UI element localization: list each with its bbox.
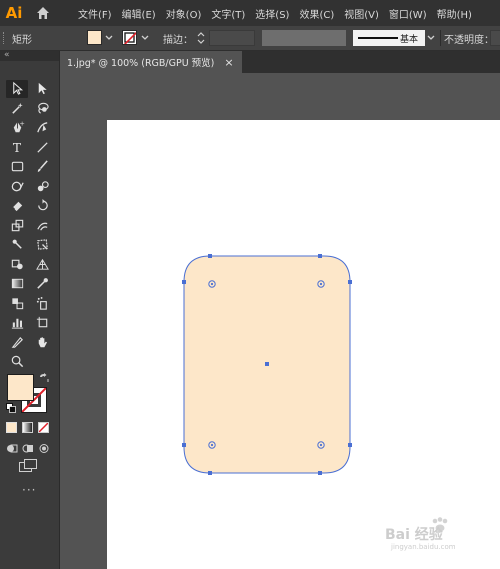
screen-mode-icon[interactable] — [18, 459, 38, 473]
object-type-label: 矩形 — [12, 35, 32, 46]
free-transform-tool-icon[interactable] — [31, 236, 53, 254]
fill-color-box[interactable] — [7, 374, 34, 401]
eyedropper-tool-icon[interactable] — [31, 275, 53, 293]
anchor-point[interactable] — [208, 254, 212, 258]
menu-object[interactable]: 对象(O) — [162, 6, 206, 21]
app-logo: Ai — [5, 4, 23, 22]
menu-edit[interactable]: 编辑(E) — [118, 6, 160, 21]
tool-grid: + T — [6, 79, 56, 372]
watermark-brand: Bai 经验 — [385, 526, 444, 543]
artboard-tool-icon[interactable] — [31, 314, 53, 332]
document-tab-title: 1.jpg* @ 100% (RGB/GPU 预览) — [67, 58, 215, 69]
blend-tool-icon[interactable] — [6, 294, 28, 312]
stroke-weight-input[interactable] — [209, 30, 255, 46]
rotate-tool-icon[interactable] — [31, 197, 53, 215]
anchor-point[interactable] — [348, 280, 352, 284]
menu-help[interactable]: 帮助(H) — [433, 6, 476, 21]
warp-tool-icon[interactable] — [31, 216, 53, 234]
column-graph-tool-icon[interactable] — [6, 314, 28, 332]
tools-panel: « + T ··· — [0, 50, 60, 569]
selection-tool-icon[interactable] — [6, 79, 28, 98]
control-bar: 矩形 描边： 基本 不透明度： — [0, 26, 500, 51]
anchor-point[interactable] — [208, 471, 212, 475]
anchor-point[interactable] — [182, 443, 186, 447]
brush-definition-field[interactable]: 基本 — [353, 30, 425, 46]
color-mode-buttons — [6, 422, 54, 433]
menu-view[interactable]: 视图(V) — [340, 6, 383, 21]
swap-fill-stroke-icon[interactable] — [39, 373, 49, 383]
draw-mode-buttons — [6, 443, 54, 454]
lasso-tool-icon[interactable] — [31, 99, 53, 117]
opacity-input[interactable] — [490, 30, 500, 46]
opacity-label[interactable]: 不透明度： — [444, 31, 494, 46]
center-point — [265, 362, 269, 366]
stroke-weight-stepper[interactable] — [195, 30, 207, 46]
menu-effect[interactable]: 效果(C) — [295, 6, 338, 21]
scale-tool-icon[interactable] — [6, 216, 28, 234]
draw-normal-icon[interactable] — [6, 443, 18, 454]
tools-panel-header[interactable]: « — [0, 50, 59, 61]
color-mode-icon[interactable] — [6, 422, 17, 433]
watermark-url: jingyan.baidu.com — [390, 543, 456, 551]
pen-tool-icon[interactable]: + — [6, 119, 28, 137]
main-menu: 文件(F) 编辑(E) 对象(O) 文字(T) 选择(S) 效果(C) 视图(V… — [74, 6, 478, 21]
shape-builder-tool-icon[interactable] — [6, 255, 28, 273]
document-tab[interactable]: 1.jpg* @ 100% (RGB/GPU 预览) × — [60, 51, 242, 73]
collapse-icon[interactable]: « — [4, 50, 9, 60]
anchor-point[interactable] — [318, 254, 322, 258]
shaper-tool-icon[interactable] — [6, 177, 28, 195]
eraser-tool-icon[interactable] — [6, 197, 28, 215]
perspective-grid-tool-icon[interactable] — [31, 255, 53, 273]
zoom-tool-icon[interactable] — [6, 353, 28, 371]
menu-file[interactable]: 文件(F) — [74, 6, 116, 21]
none-mode-icon[interactable] — [38, 422, 49, 433]
variable-width-profile[interactable] — [262, 30, 346, 46]
paintbrush-tool-icon[interactable] — [31, 158, 53, 176]
curvature-tool-icon[interactable] — [31, 119, 53, 137]
default-fill-stroke-icon[interactable] — [6, 403, 16, 413]
svg-text:+: + — [19, 120, 25, 128]
anchor-point[interactable] — [318, 471, 322, 475]
puppet-warp-tool-icon[interactable] — [6, 236, 28, 254]
baidu-watermark: Bai 经验 jingyan.baidu.com — [383, 516, 479, 552]
svg-text:T: T — [12, 141, 20, 155]
draw-behind-icon[interactable] — [22, 443, 34, 454]
direct-selection-tool-icon[interactable] — [31, 80, 53, 98]
edit-toolbar-button[interactable]: ··· — [22, 483, 36, 497]
menu-select[interactable]: 选择(S) — [251, 6, 293, 21]
canvas-area[interactable] — [60, 73, 500, 569]
brush-label: 基本 — [400, 35, 419, 45]
fill-color-swatch[interactable] — [87, 30, 102, 45]
stroke-label: 描边： — [163, 35, 193, 46]
gradient-tool-icon[interactable] — [6, 275, 28, 293]
document-tab-bar: 1.jpg* @ 100% (RGB/GPU 预览) × — [60, 51, 500, 73]
chevron-down-icon[interactable] — [426, 30, 436, 45]
chevron-down-icon[interactable] — [104, 30, 114, 45]
divider — [440, 30, 441, 46]
slice-tool-icon[interactable] — [6, 333, 28, 351]
menu-window[interactable]: 窗口(W) — [385, 6, 431, 21]
magic-wand-tool-icon[interactable] — [6, 99, 28, 117]
brush-stroke-preview — [358, 37, 398, 39]
anchor-point[interactable] — [182, 280, 186, 284]
chevron-down-icon[interactable] — [140, 30, 150, 45]
hand-tool-icon[interactable] — [31, 333, 53, 351]
control-bar-grip[interactable] — [3, 32, 6, 44]
close-icon[interactable]: × — [224, 56, 233, 69]
rectangle-tool-icon[interactable] — [6, 158, 28, 176]
canvas-overlay — [182, 254, 352, 475]
blob-brush-tool-icon[interactable] — [31, 177, 53, 195]
menu-bar: Ai 文件(F) 编辑(E) 对象(O) 文字(T) 选择(S) 效果(C) 视… — [0, 0, 500, 26]
type-tool-icon[interactable]: T — [6, 138, 28, 156]
home-icon[interactable] — [32, 2, 54, 24]
draw-inside-icon[interactable] — [38, 443, 50, 454]
stroke-color-swatch[interactable] — [122, 30, 137, 45]
line-segment-tool-icon[interactable] — [31, 138, 53, 156]
anchor-point[interactable] — [348, 443, 352, 447]
menu-type[interactable]: 文字(T) — [207, 6, 249, 21]
symbol-sprayer-tool-icon[interactable] — [31, 294, 53, 312]
gradient-mode-icon[interactable] — [22, 422, 33, 433]
